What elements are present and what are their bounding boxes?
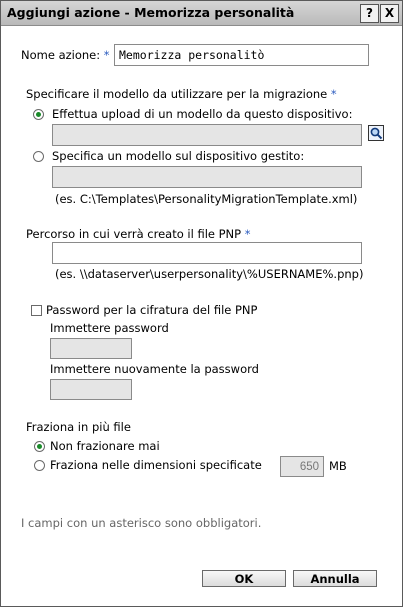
- upload-option-radio[interactable]: [33, 109, 44, 120]
- password-input[interactable]: [50, 338, 132, 359]
- required-note: I campi con un asterisco sono obbligator…: [21, 516, 262, 530]
- required-marker: *: [103, 48, 110, 62]
- split-size-radio[interactable]: [34, 460, 45, 471]
- managed-option-radio[interactable]: [33, 151, 44, 162]
- split-none-radio[interactable]: [34, 441, 45, 452]
- required-marker: *: [244, 227, 251, 241]
- password-label: Immettere password: [50, 321, 169, 335]
- upload-option-label: Effettua upload di un modello da questo …: [52, 107, 353, 121]
- dialog-title: Aggiungi azione - Memorizza personalità: [7, 5, 295, 20]
- magnifier-icon: [370, 127, 383, 140]
- split-size-input[interactable]: [280, 456, 324, 477]
- managed-path-field[interactable]: [52, 166, 362, 188]
- password-confirm-input[interactable]: [50, 379, 132, 400]
- cancel-button[interactable]: Annulla: [293, 570, 377, 587]
- pnp-path-input[interactable]: [52, 242, 362, 264]
- password-confirm-label: Immettere nuovamente la password: [50, 362, 259, 376]
- password-checkbox[interactable]: [31, 305, 42, 316]
- add-action-dialog: Aggiungi azione - Memorizza personalità …: [0, 0, 403, 607]
- help-button[interactable]: ?: [360, 4, 379, 23]
- action-name-label: Nome azione: *: [21, 48, 110, 62]
- ok-button[interactable]: OK: [202, 570, 286, 587]
- title-bar[interactable]: Aggiungi azione - Memorizza personalità …: [1, 1, 402, 26]
- close-button[interactable]: X: [380, 4, 399, 23]
- upload-path-field[interactable]: [52, 124, 362, 146]
- pnp-path-example: (es. \\dataserver\userpersonality\%USERN…: [55, 267, 364, 281]
- split-size-label: Fraziona nelle dimensioni specificate: [50, 458, 262, 472]
- split-size-unit: MB: [329, 459, 347, 473]
- browse-button[interactable]: [368, 125, 384, 141]
- action-name-label-text: Nome azione:: [21, 48, 101, 62]
- split-section-label: Fraziona in più file: [26, 420, 131, 434]
- managed-option-label: Specifica un modello sul dispositivo ges…: [52, 149, 305, 163]
- model-section-label-text: Specificare il modello da utilizzare per…: [26, 87, 328, 101]
- split-none-label: Non frazionare mai: [50, 439, 160, 453]
- action-name-input[interactable]: [114, 44, 369, 66]
- required-marker: *: [330, 87, 337, 101]
- managed-example: (es. C:\Templates\PersonalityMigrationTe…: [55, 192, 358, 206]
- password-checkbox-label: Password per la cifratura del file PNP: [46, 303, 258, 317]
- pnp-path-label-text: Percorso in cui verrà creato il file PNP: [26, 227, 242, 241]
- pnp-path-label: Percorso in cui verrà creato il file PNP…: [26, 227, 251, 241]
- model-section-label: Specificare il modello da utilizzare per…: [26, 87, 337, 101]
